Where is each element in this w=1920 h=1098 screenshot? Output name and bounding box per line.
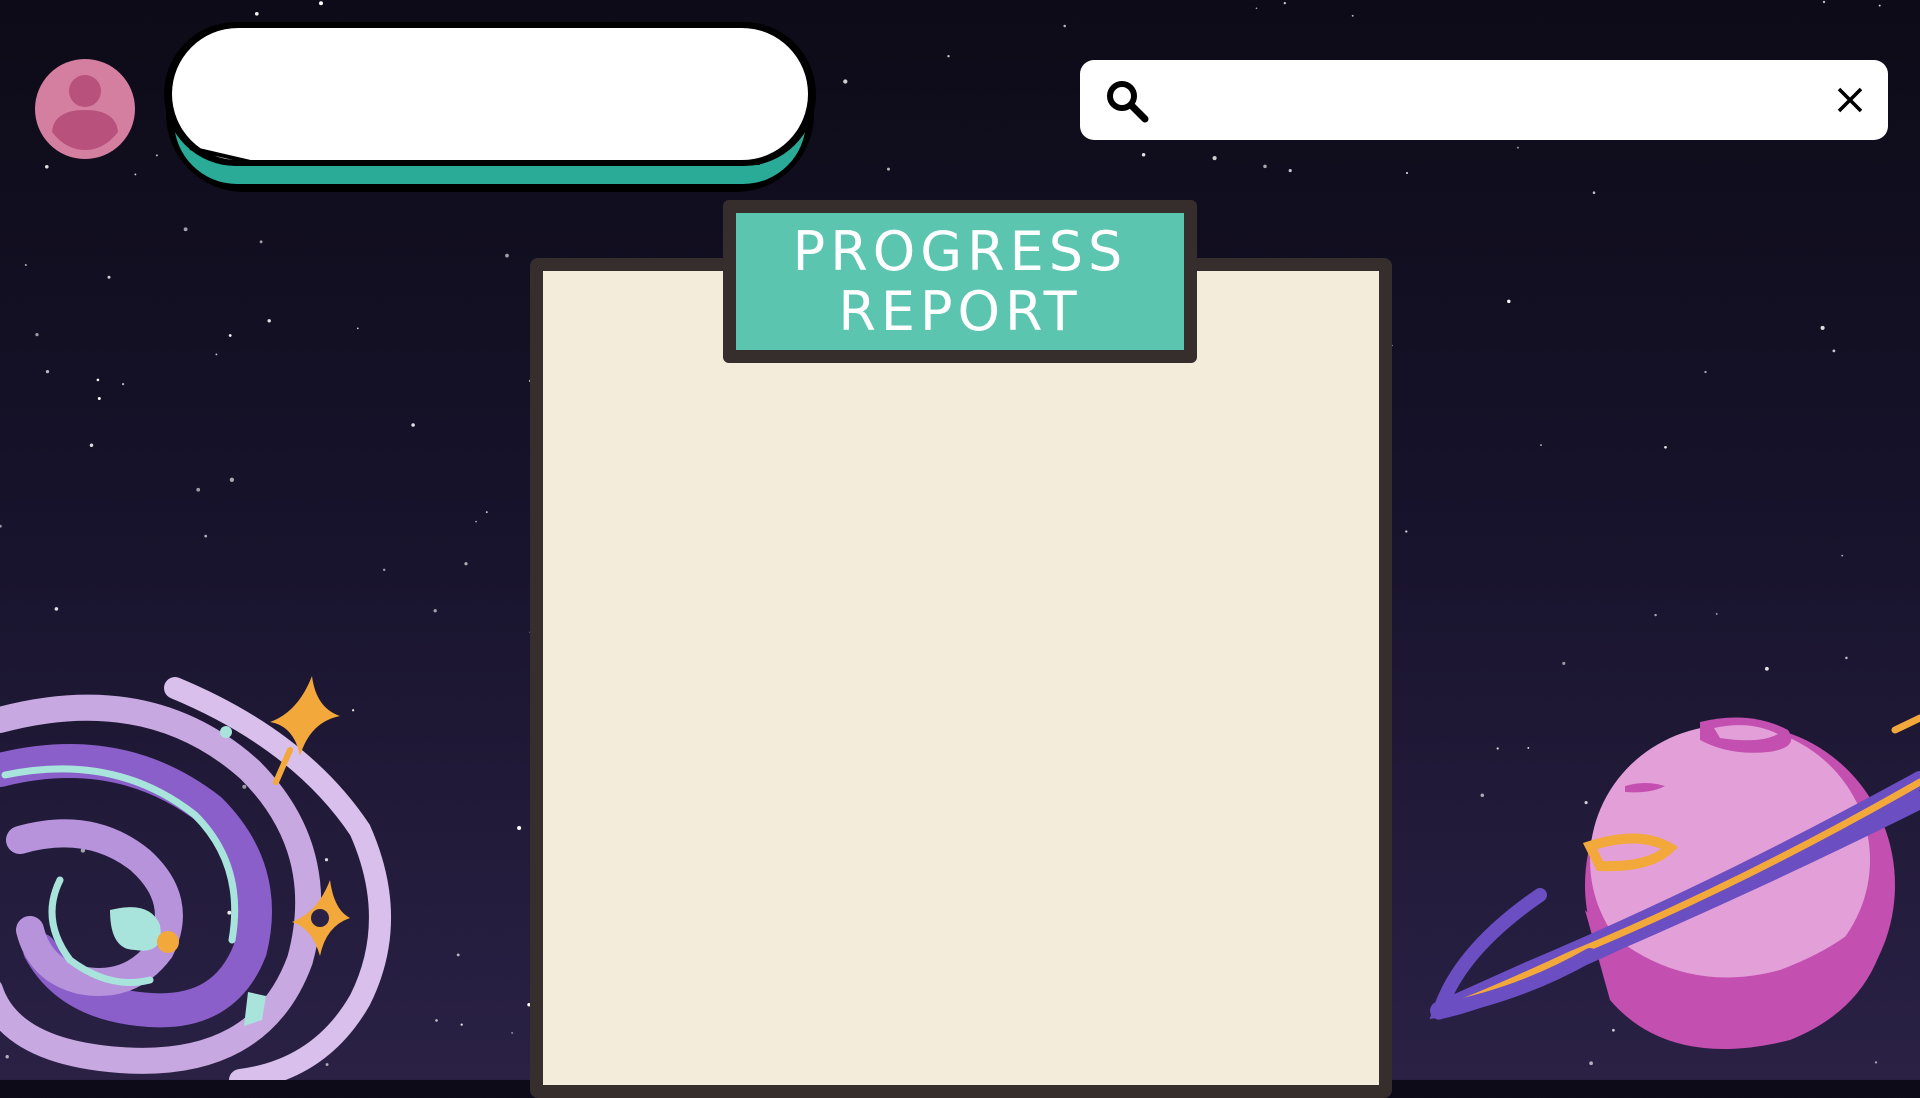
star bbox=[89, 443, 94, 447]
star bbox=[1704, 370, 1707, 374]
star bbox=[1288, 169, 1292, 173]
report-title-box: PROGRESS REPORT bbox=[723, 200, 1197, 363]
star bbox=[887, 167, 890, 171]
profile-name[interactable] bbox=[200, 70, 780, 130]
star bbox=[204, 534, 208, 538]
star bbox=[259, 240, 263, 244]
star bbox=[35, 332, 39, 337]
star bbox=[0, 524, 2, 528]
star bbox=[1212, 156, 1217, 161]
star bbox=[319, 1, 323, 6]
star bbox=[505, 253, 509, 258]
planet-illustration bbox=[1429, 714, 1920, 1049]
star bbox=[460, 1023, 463, 1026]
star bbox=[155, 154, 158, 157]
star bbox=[435, 1019, 438, 1022]
report-title-line2: REPORT bbox=[838, 279, 1082, 343]
star bbox=[196, 487, 201, 492]
star bbox=[1592, 191, 1596, 194]
star bbox=[456, 953, 460, 957]
star bbox=[96, 378, 100, 382]
star bbox=[1516, 146, 1519, 149]
star bbox=[485, 511, 488, 514]
search-input[interactable] bbox=[1164, 72, 1788, 130]
star bbox=[1664, 445, 1667, 449]
star bbox=[1406, 172, 1408, 174]
star bbox=[229, 477, 235, 482]
star bbox=[1822, 0, 1826, 4]
star bbox=[1832, 349, 1836, 353]
star bbox=[254, 11, 259, 16]
star bbox=[382, 568, 386, 572]
star bbox=[24, 264, 27, 266]
star bbox=[411, 423, 415, 427]
star bbox=[97, 397, 101, 400]
star bbox=[228, 334, 232, 337]
star bbox=[843, 79, 848, 84]
search-bar[interactable] bbox=[1080, 60, 1888, 140]
star bbox=[45, 369, 50, 374]
star bbox=[1845, 656, 1848, 660]
star bbox=[1283, 2, 1286, 5]
star bbox=[511, 1032, 513, 1034]
star bbox=[1351, 14, 1354, 17]
star bbox=[45, 165, 49, 169]
star bbox=[1255, 7, 1258, 10]
user-avatar-icon[interactable] bbox=[34, 58, 136, 160]
star bbox=[1562, 661, 1566, 665]
star bbox=[356, 327, 359, 330]
star bbox=[464, 562, 468, 566]
star bbox=[183, 227, 188, 232]
star bbox=[1820, 325, 1825, 330]
star bbox=[1507, 299, 1511, 304]
report-paper bbox=[530, 258, 1392, 1098]
star bbox=[54, 607, 59, 611]
search-icon[interactable] bbox=[1104, 78, 1150, 124]
star bbox=[1263, 164, 1267, 169]
star bbox=[1063, 24, 1066, 28]
star bbox=[1141, 153, 1146, 157]
star bbox=[107, 275, 111, 279]
star bbox=[1841, 554, 1844, 557]
star bbox=[1405, 530, 1408, 533]
star bbox=[1540, 444, 1542, 447]
star bbox=[1654, 613, 1657, 617]
star bbox=[121, 382, 125, 386]
galaxy-illustration bbox=[0, 676, 391, 1080]
star bbox=[1715, 612, 1718, 615]
close-icon[interactable] bbox=[1834, 84, 1866, 116]
star bbox=[134, 173, 137, 176]
star bbox=[267, 319, 271, 323]
star bbox=[475, 520, 477, 523]
report-title-line1: PROGRESS bbox=[792, 219, 1128, 283]
star bbox=[433, 609, 437, 613]
star bbox=[947, 55, 950, 58]
star bbox=[517, 826, 522, 830]
star bbox=[1878, 4, 1881, 7]
star bbox=[215, 353, 218, 356]
